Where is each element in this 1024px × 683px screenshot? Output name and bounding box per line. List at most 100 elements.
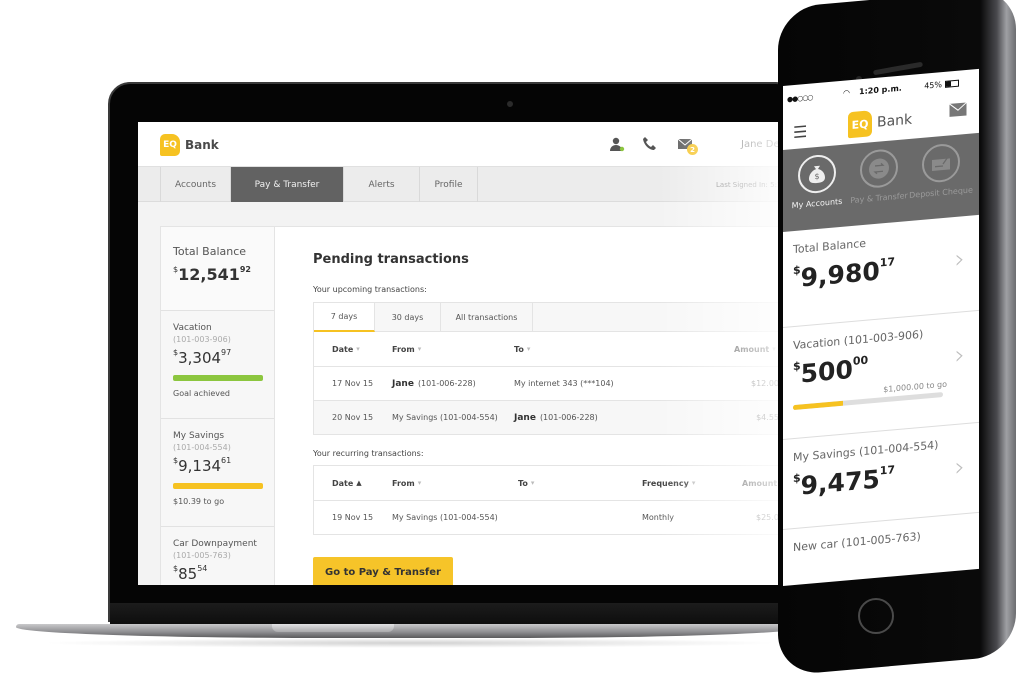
amount-dollars: 9,980 — [800, 256, 880, 293]
nav-label: Deposit Cheque — [909, 185, 973, 200]
accounts-sidebar: Total Balance $12,54192 Vacation (101-00… — [160, 226, 275, 585]
column-header-date[interactable]: Date ▾ — [332, 332, 360, 366]
nav-tab-alerts[interactable]: Alerts — [344, 167, 420, 202]
mail-count-badge: 2 — [687, 144, 698, 155]
pending-transactions-panel: Pending transactions Your upcoming trans… — [275, 226, 788, 585]
amount-dollars: 9,475 — [800, 464, 880, 501]
nav-tab-accounts[interactable]: Accounts — [160, 167, 231, 202]
product-showcase: EQ Bank 2 Jane De Accounts Pay & Transfe… — [0, 0, 1024, 683]
sort-caret-icon: ▾ — [417, 479, 422, 487]
home-button[interactable] — [858, 598, 894, 634]
nav-label: Pay & Transfer — [850, 191, 908, 206]
laptop-notch — [272, 624, 394, 632]
account-label: New car (101-005-763) — [793, 529, 921, 555]
sort-caret-icon: ▾ — [356, 345, 360, 353]
sort-caret-icon: ▾ — [772, 345, 776, 353]
phone-device: ●●○○○ ◠ 1:20 p.m. 45% ☰ EQ Bank $ My Acc… — [778, 0, 1022, 678]
phone-total-balance-row[interactable]: Total Balance $9,98017 › — [783, 214, 979, 328]
tab-7-days[interactable]: 7 days — [314, 303, 375, 332]
total-balance-card[interactable]: Total Balance $12,54192 — [161, 227, 274, 311]
phone-nav-pay-transfer[interactable]: Pay & Transfer — [849, 147, 909, 205]
column-header-from[interactable]: From ▾ — [392, 466, 421, 500]
account-name: Vacation — [173, 323, 212, 333]
account-card-my-savings[interactable]: My Savings (101-004-554) $9,13461 $10.39… — [161, 419, 274, 527]
sort-caret-icon: ▾ — [691, 479, 696, 487]
recurring-label: Your recurring transactions: — [313, 449, 424, 458]
tab-all-transactions[interactable]: All transactions — [441, 303, 533, 332]
phone-account-row-vacation[interactable]: Vacation (101-003-906) $50000 $1,000.00 … — [783, 310, 979, 440]
money-bag-icon: $ — [798, 153, 836, 195]
nav-tab-pay-transfer[interactable]: Pay & Transfer — [231, 167, 344, 202]
logo-badge: EQ — [848, 110, 872, 139]
account-number: (101-005-763) — [173, 551, 231, 560]
phone-accounts-list: Total Balance $9,98017 › Vacation (101-0… — [783, 214, 979, 570]
column-header-amount[interactable]: Amount ▾ — [734, 332, 776, 366]
eq-bank-logo[interactable]: EQ Bank — [848, 107, 912, 139]
mail-icon[interactable] — [949, 102, 967, 118]
goal-progress-fill — [793, 400, 843, 411]
tab-30-days[interactable]: 30 days — [375, 303, 441, 332]
column-header-amount[interactable]: Amount — [742, 466, 777, 500]
cell-amount: $25.00 — [756, 513, 784, 522]
header-label: Amount — [742, 478, 778, 488]
cell-date: 17 Nov 15 — [332, 379, 374, 388]
cell-from: My Savings (101-004-554) — [392, 413, 498, 422]
user-name[interactable]: Jane De — [741, 139, 780, 150]
phone-account-row-my-savings[interactable]: My Savings (101-004-554) $9,47517 › — [783, 422, 979, 530]
eq-bank-logo[interactable]: EQ Bank — [160, 134, 219, 156]
amount-cents: 97 — [221, 348, 232, 357]
header-label: Date — [332, 478, 354, 488]
laptop-base — [16, 624, 806, 638]
sort-caret-icon: ▾ — [530, 479, 535, 487]
chevron-right-icon: › — [954, 340, 965, 371]
column-header-date[interactable]: Date ▲ — [332, 466, 362, 500]
hamburger-menu-icon[interactable]: ☰ — [793, 122, 807, 142]
phone-nav-deposit-cheque[interactable]: Deposit Cheque — [909, 142, 973, 200]
user-online-icon[interactable] — [609, 136, 625, 152]
account-amount: $8554 — [173, 564, 262, 583]
amount-cents: 17 — [879, 255, 896, 270]
nav-tab-profile[interactable]: Profile — [420, 167, 478, 202]
chevron-right-icon: › — [954, 452, 965, 483]
header-label: Amount — [734, 344, 770, 354]
upcoming-transactions-table: Date ▾ From ▾ To ▾ Amount ▾ 17 Nov 15 Jane (1… — [313, 332, 788, 435]
sort-caret-icon: ▾ — [417, 345, 422, 353]
account-name: Car Downpayment — [173, 539, 257, 549]
table-row[interactable]: 19 Nov 15 My Savings (101-004-554) Month… — [314, 500, 788, 534]
laptop-chin — [110, 603, 798, 625]
goal-progress-fill — [173, 483, 263, 489]
header-label: Date — [332, 344, 354, 354]
column-header-from[interactable]: From ▾ — [392, 332, 421, 366]
logo-badge: EQ — [160, 134, 180, 156]
table-row[interactable]: 17 Nov 15 Jane (101-006-228) My internet … — [314, 366, 788, 400]
cheque-icon — [922, 142, 960, 184]
main-nav: Accounts Pay & Transfer Alerts Profile L… — [138, 166, 788, 202]
battery: 45% — [924, 79, 959, 91]
header-label: To — [514, 344, 524, 354]
cell-amount: $12.00 — [751, 379, 779, 388]
cell-from: My Savings (101-004-554) — [392, 513, 498, 522]
account-card-vacation[interactable]: Vacation (101-003-906) $3,30497 Goal ach… — [161, 311, 274, 419]
column-header-frequency[interactable]: Frequency ▾ — [642, 466, 695, 500]
total-balance-label: Total Balance — [173, 245, 247, 258]
cell-frequency: Monthly — [642, 513, 675, 522]
cell-date: 19 Nov 15 — [332, 513, 374, 522]
column-header-to[interactable]: To ▾ — [518, 466, 534, 500]
go-to-pay-transfer-button[interactable]: Go to Pay & Transfer — [313, 557, 453, 585]
from-account: (101-006-228) — [417, 379, 476, 388]
account-card-car-downpayment[interactable]: Car Downpayment (101-005-763) $8554 — [161, 527, 274, 585]
amount-dollars: 9,134 — [178, 457, 222, 475]
from-name: Jane — [392, 378, 414, 389]
phone-nav-my-accounts[interactable]: $ My Accounts — [787, 152, 847, 210]
table-header-row: Date ▲ From ▾ To ▾ Frequency ▾ Amount — [314, 466, 788, 500]
column-header-to[interactable]: To ▾ — [514, 332, 530, 366]
wifi-icon: ◠ — [843, 88, 850, 98]
phone-icon[interactable] — [642, 136, 658, 152]
goal-progress-bar — [173, 375, 263, 381]
account-number: (101-004-554) — [173, 443, 231, 452]
header-label: From — [392, 344, 415, 354]
amount-dollars: 500 — [800, 354, 853, 389]
cell-to: Jane (101-006-228) — [514, 401, 598, 434]
amount-cents: 17 — [879, 463, 896, 478]
table-row[interactable]: 20 Nov 15 My Savings (101-004-554) Jane(… — [314, 400, 788, 434]
